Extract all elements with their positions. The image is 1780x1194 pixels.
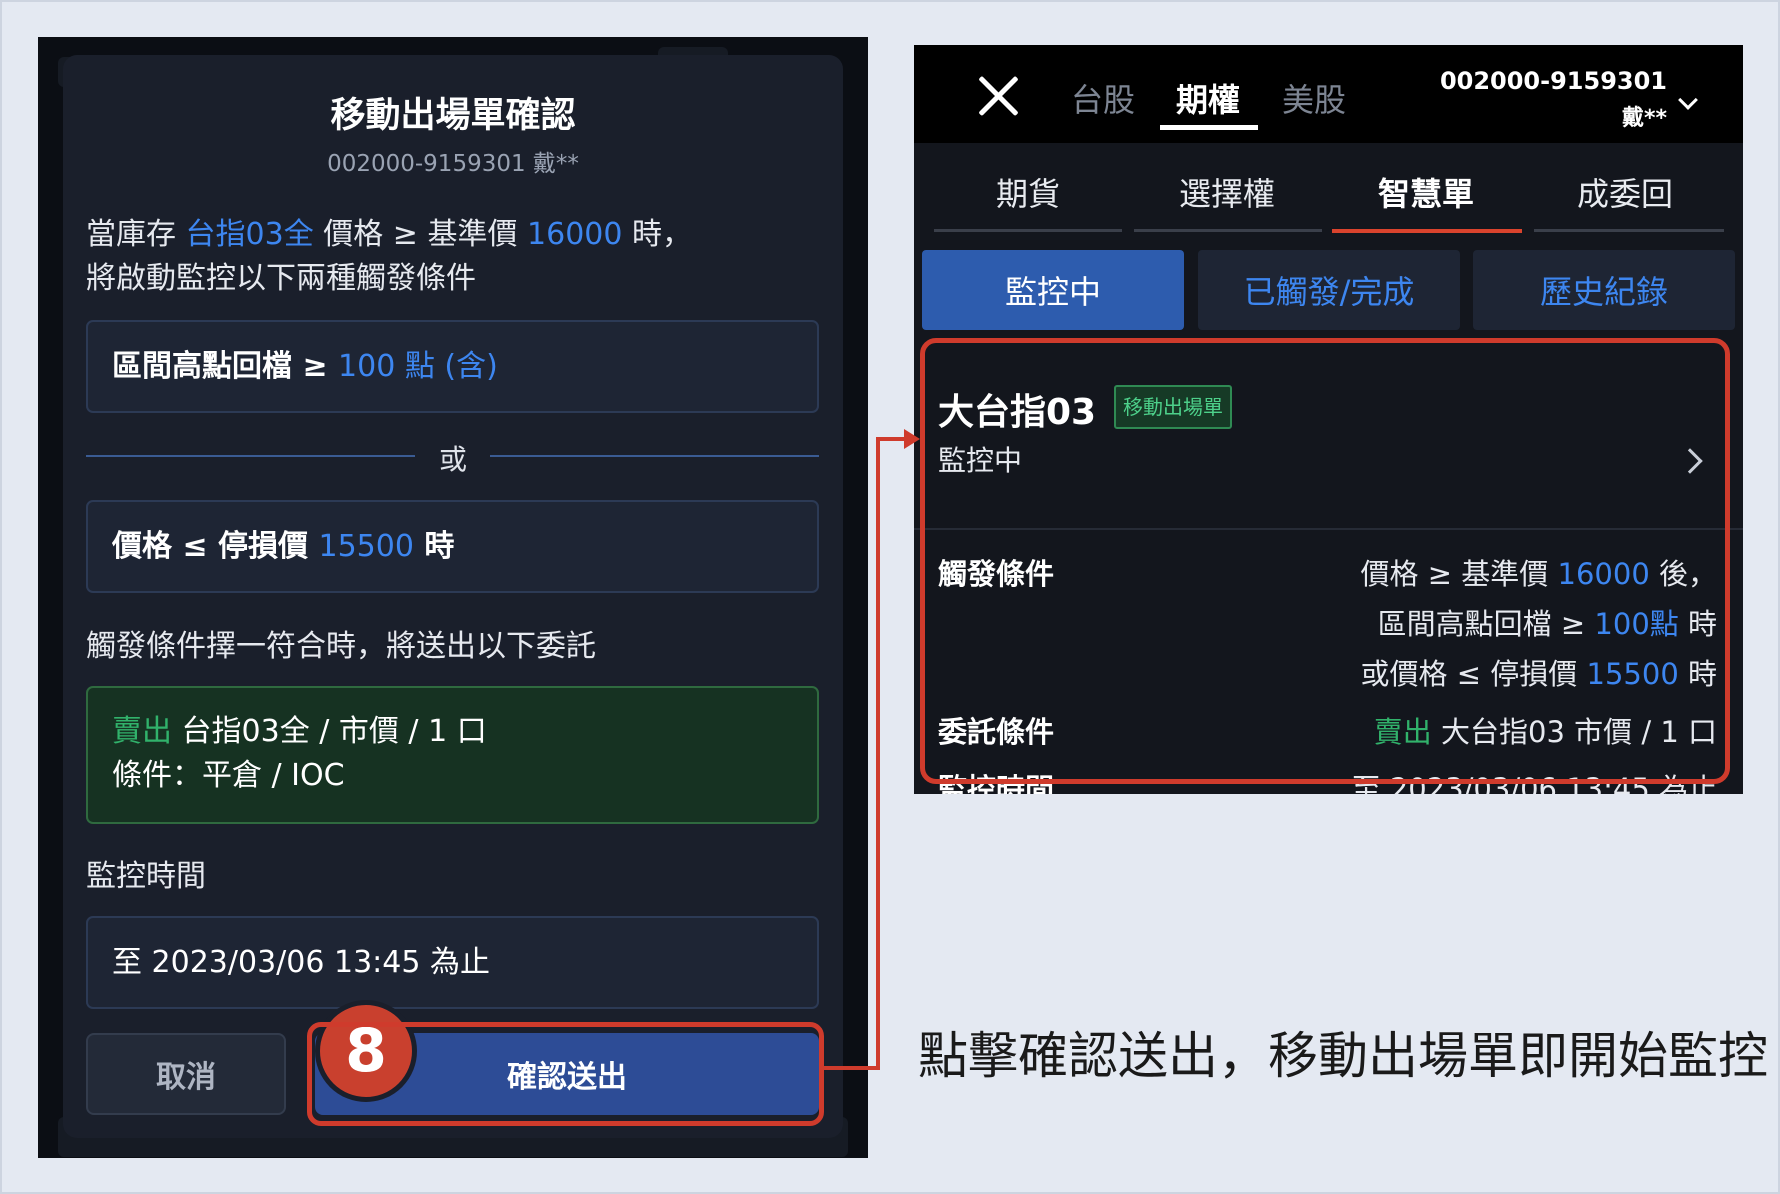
condition-box-pullback: 區間高點回檔 ≥ 100 點 (含) [86,320,819,413]
connector-line [876,437,906,441]
card-highlight [920,338,1730,784]
top-tab-futures-options[interactable]: 期權 [1176,75,1240,121]
order-detail: 台指03全 / 市價 / 1 口 [172,714,487,749]
intro-text: 當庫存 [86,217,186,252]
dialog-account: 002000-9159301 戴** [327,151,579,177]
intro-text: 價格 ≥ 基準價 [313,217,528,252]
instrument-name: 台指03全 [185,217,314,252]
base-price: 16000 [527,217,623,252]
sub-tab-line [1534,229,1724,232]
confirm-dialog: 移動出場單確認 002000-9159301 戴** 當庫存 台指03全 價格 … [63,55,843,1138]
sub-tab-smart-order[interactable]: 智慧單 [1326,169,1526,215]
connector-line [824,1066,880,1070]
send-order-text: 觸發條件擇一符合時，將送出以下委託 [86,629,596,664]
monitor-time-value: 至 2023/03/06 13:45 為止 [112,945,490,980]
monitor-time-box: 至 2023/03/06 13:45 為止 [86,916,819,1009]
top-tab-underline [1160,125,1258,130]
connector-line [876,437,880,1070]
condition-text: 區間高點回檔 ≥ 100 點 (含) [112,322,498,411]
stoploss-value: 15500 [318,529,414,564]
top-bar: 台股 期權 美股 002000-9159301 戴** [914,45,1743,143]
chevron-down-icon[interactable] [1678,90,1698,110]
divider-left [86,455,415,457]
condition-box-stoploss: 價格 ≤ 停損價 15500 時 [86,500,819,593]
segment-triggered[interactable]: 已觸發/完成 [1198,250,1460,330]
intro-line-1: 當庫存 台指03全 價格 ≥ 基準價 16000 時， [86,213,692,257]
top-tab-us-stocks[interactable]: 美股 [1282,75,1346,121]
cancel-button[interactable]: 取消 [86,1033,286,1115]
caption-text: 點擊確認送出，移動出場單即開始監控 [918,1027,1768,1085]
condition-label: 時 [413,529,455,564]
order-line-1: 賣出 台指03全 / 市價 / 1 口 [112,710,487,754]
intro-text: 時， [622,217,692,252]
sub-tab-line [1134,229,1322,232]
top-tab-stocks[interactable]: 台股 [1071,75,1135,121]
condition-label: 價格 ≤ 停損價 [112,529,319,564]
confirm-button-highlight [307,1022,824,1126]
order-box: 賣出 台指03全 / 市價 / 1 口 條件：平倉 / IOC [86,686,819,824]
sub-tab-options[interactable]: 選擇權 [1127,169,1327,215]
order-line-2: 條件：平倉 / IOC [112,758,345,793]
sub-tab-active-underline [1332,229,1522,233]
close-icon[interactable] [976,73,1020,117]
condition-label: 區間高點回檔 ≥ [112,349,339,384]
sub-tab-line [934,229,1122,232]
monitor-time-label: 監控時間 [86,859,206,894]
sub-tab-futures[interactable]: 期貨 [928,169,1128,215]
intro-line-2: 將啟動監控以下兩種觸發條件 [86,261,476,296]
left-phone-screen: 移動出場單確認 002000-9159301 戴** 當庫存 台指03全 價格 … [38,37,868,1158]
account-id[interactable]: 002000-9159301 [1440,67,1667,95]
arrow-right-icon [904,429,920,449]
or-label: 或 [438,443,467,476]
divider-right [490,455,819,457]
order-side: 賣出 [112,714,172,749]
segment-history[interactable]: 歷史紀錄 [1473,250,1735,330]
segment-monitoring[interactable]: 監控中 [922,250,1184,330]
sub-tab-order-report[interactable]: 成委回 [1525,169,1725,215]
dialog-title: 移動出場單確認 [330,96,576,136]
account-name[interactable]: 戴** [1622,100,1667,132]
condition-text: 價格 ≤ 停損價 15500 時 [112,502,454,591]
pullback-value: 100 點 (含) [338,349,498,384]
